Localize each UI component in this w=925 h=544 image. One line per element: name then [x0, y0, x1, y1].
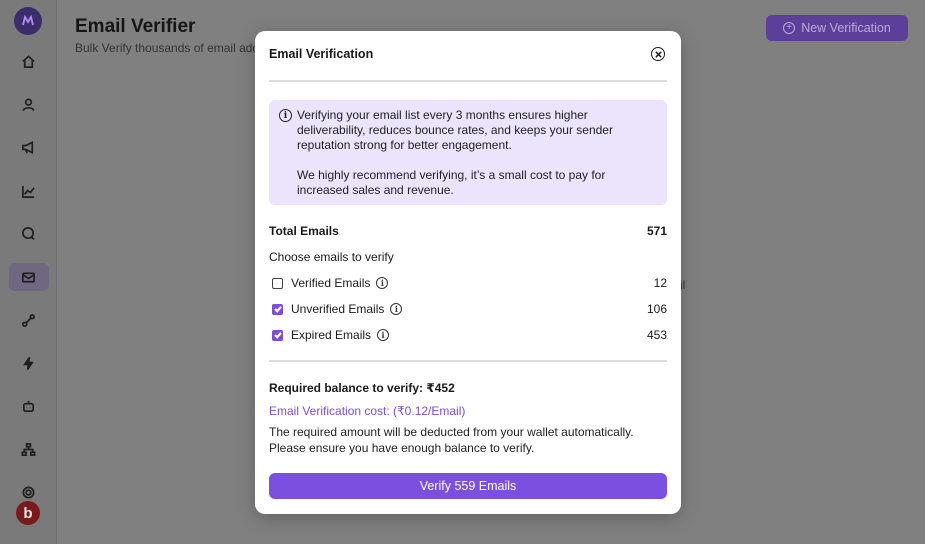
info-icon[interactable]: i — [377, 329, 390, 341]
verified-emails-label: Verified Emails — [291, 276, 371, 290]
user-icon[interactable] — [17, 93, 39, 115]
unverified-emails-checkbox[interactable] — [272, 303, 283, 315]
modal-title: Email Verification — [269, 47, 374, 61]
choose-emails-label: Choose emails to verify — [269, 250, 394, 264]
bot-icon[interactable] — [17, 395, 39, 417]
lightning-icon[interactable] — [17, 352, 39, 374]
plus-circle-icon: + — [783, 22, 796, 34]
options-divider — [269, 360, 667, 362]
total-emails-value: 571 — [646, 224, 667, 238]
chart-icon[interactable] — [17, 180, 39, 202]
unverified-emails-label: Unverified Emails — [291, 302, 385, 316]
chat-icon[interactable] — [17, 222, 39, 244]
page-title: Email Verifier — [75, 16, 196, 37]
settings-icon[interactable] — [17, 481, 39, 503]
info-paragraph-1: Verifying your email list every 3 months… — [297, 108, 613, 152]
info-icon[interactable]: i — [390, 303, 403, 315]
expired-emails-checkbox[interactable] — [272, 329, 283, 341]
link-icon[interactable] — [17, 309, 39, 331]
unverified-emails-count: 106 — [646, 302, 667, 316]
choose-label-row: Choose emails to verify — [269, 250, 667, 264]
hierarchy-icon[interactable] — [17, 438, 39, 460]
close-icon[interactable] — [651, 47, 665, 61]
page-subtitle: Bulk Verify thousands of email addresses — [75, 41, 255, 55]
total-emails-row: Total Emails 571 — [269, 224, 667, 238]
app-logo[interactable] — [14, 7, 42, 35]
info-paragraph-2: We highly recommend verifying, it’s a sm… — [297, 168, 606, 197]
home-icon[interactable] — [17, 50, 39, 72]
expired-emails-label: Expired Emails — [291, 328, 372, 342]
verified-emails-count: 12 — [653, 276, 667, 290]
info-icon[interactable]: i — [376, 277, 389, 289]
avatar[interactable]: b — [16, 501, 40, 525]
verify-emails-button[interactable]: Verify 559 Emails — [269, 473, 667, 499]
option-row-expired[interactable]: Expired Emails i 453 — [269, 328, 667, 342]
option-row-unverified[interactable]: Unverified Emails i 106 — [269, 302, 667, 316]
required-balance-text: Required balance to verify: ₹452 — [269, 381, 455, 395]
avatar-letter: b — [23, 504, 33, 522]
header-divider — [269, 80, 667, 82]
wallet-note: The required amount will be deducted fro… — [269, 425, 634, 455]
required-balance-row: Required balance to verify: ₹452 — [269, 381, 667, 395]
expired-emails-count: 453 — [646, 328, 667, 342]
new-verification-button[interactable]: + New Verification — [766, 15, 908, 41]
megaphone-icon[interactable] — [17, 136, 39, 158]
email-verification-modal: Email Verification i Verifying your emai… — [255, 31, 681, 514]
option-row-verified[interactable]: Verified Emails i 12 — [269, 276, 667, 290]
info-icon: i — [279, 109, 292, 122]
info-box: i Verifying your email list every 3 mont… — [269, 100, 667, 205]
sidebar: b — [0, 0, 57, 544]
verified-emails-checkbox[interactable] — [272, 277, 283, 289]
verification-cost-text: Email Verification cost: (₹0.12/Email) — [269, 404, 466, 418]
total-emails-label: Total Emails — [269, 224, 339, 238]
new-verification-label: New Verification — [801, 21, 891, 35]
mail-icon[interactable] — [17, 266, 39, 288]
